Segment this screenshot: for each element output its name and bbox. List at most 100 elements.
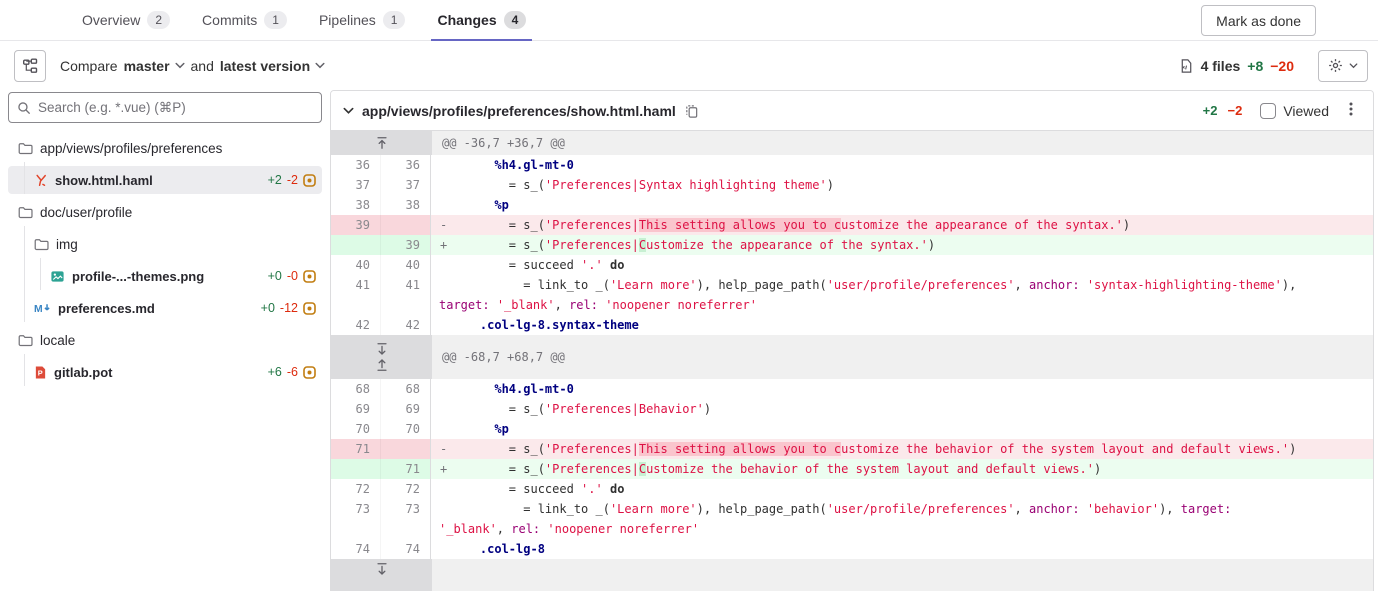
- diff-code-row: target: '_blank', rel: 'noopener norefer…: [331, 295, 1373, 315]
- diff-code-row: 6868 %h4.gl-mt-0: [331, 379, 1373, 399]
- expand-down-button[interactable]: [375, 562, 389, 576]
- diff-code-row: 4040 = succeed '.' do: [331, 255, 1373, 275]
- tree-file-profile-...-themes.png[interactable]: profile-...-themes.png+0-0: [8, 262, 322, 290]
- file-tree-toggle-button[interactable]: [14, 50, 46, 82]
- new-line-number[interactable]: 74: [381, 539, 431, 559]
- diff-file-path[interactable]: app/views/profiles/preferences/show.html…: [362, 103, 676, 119]
- old-line-number[interactable]: 69: [331, 399, 381, 419]
- code-segment: [490, 298, 497, 312]
- code-segment: ,: [555, 298, 569, 312]
- new-line-number[interactable]: 36: [381, 155, 431, 175]
- file-change-stats: +2-2: [268, 173, 316, 187]
- search-icon: [17, 101, 31, 115]
- new-line-number[interactable]: 69: [381, 399, 431, 419]
- code-segment: ): [928, 238, 935, 252]
- code-segment: 'Preferences|Syntax highlighting theme': [545, 178, 827, 192]
- tree-file-preferences.md[interactable]: Mpreferences.md+0-12: [8, 294, 322, 322]
- old-line-number[interactable]: 73: [331, 499, 381, 519]
- code-segment: '_blank': [439, 522, 497, 536]
- line-marker: [435, 175, 451, 195]
- file-search-input[interactable]: [38, 100, 313, 115]
- added-word-highlight: C: [639, 462, 646, 476]
- new-line-number[interactable]: 40: [381, 255, 431, 275]
- old-line-number[interactable]: 72: [331, 479, 381, 499]
- old-line-number[interactable]: 40: [331, 255, 381, 275]
- tree-folder-app/views/profiles/preferences[interactable]: app/views/profiles/preferences: [8, 134, 322, 162]
- tree-file-gitlab.pot[interactable]: Pgitlab.pot+6-6: [8, 358, 322, 386]
- new-line-number[interactable]: 38: [381, 195, 431, 215]
- old-line-number[interactable]: 68: [331, 379, 381, 399]
- diff-code-row: 4141 = link_to _('Learn more'), help_pag…: [331, 275, 1373, 295]
- line-marker: [435, 419, 451, 439]
- source-branch-dropdown[interactable]: master: [124, 58, 185, 74]
- code-segment: do: [610, 482, 624, 496]
- code-segment: = s_(: [451, 178, 545, 192]
- old-line-number[interactable]: 41: [331, 275, 381, 295]
- total-additions: +8: [1247, 58, 1263, 74]
- expand-down-button[interactable]: [375, 342, 389, 356]
- code-segment: ): [1094, 462, 1101, 476]
- target-version-dropdown[interactable]: latest version: [220, 58, 325, 74]
- viewed-checkbox[interactable]: [1260, 103, 1276, 119]
- old-line-number[interactable]: 70: [331, 419, 381, 439]
- code-segment: = succeed: [451, 482, 581, 496]
- old-line-number[interactable]: 37: [331, 175, 381, 195]
- file-options-kebab-button[interactable]: [1343, 97, 1359, 124]
- old-line-number: [331, 235, 381, 255]
- new-line-number[interactable]: 42: [381, 315, 431, 335]
- diff-hunk-row: @@ -36,7 +36,7 @@: [331, 131, 1373, 155]
- tab-changes[interactable]: Changes4: [431, 0, 532, 40]
- new-line-number[interactable]: 72: [381, 479, 431, 499]
- mark-as-done-button[interactable]: Mark as done: [1201, 5, 1316, 36]
- compare-label: Compare: [60, 58, 118, 74]
- tab-commits[interactable]: Commits1: [196, 0, 293, 40]
- old-line-number[interactable]: 36: [331, 155, 381, 175]
- file-change-stats: +0-0: [268, 269, 316, 283]
- tab-label: Changes: [437, 12, 496, 28]
- code-segment: .col-lg-8: [480, 542, 545, 556]
- diff-code-row: 3636 %h4.gl-mt-0: [331, 155, 1373, 175]
- tree-folder-locale[interactable]: locale: [8, 326, 322, 354]
- old-line-number[interactable]: 38: [331, 195, 381, 215]
- new-line-number[interactable]: 37: [381, 175, 431, 195]
- old-line-number: [331, 295, 381, 315]
- folder-icon: [18, 333, 33, 348]
- code-segment: ),: [1159, 502, 1181, 516]
- new-line-number[interactable]: 39: [381, 235, 431, 255]
- code-segment: 'Preferences|Behavior': [545, 402, 704, 416]
- diff-hunk-row: [331, 559, 1373, 591]
- tree-folder-doc/user/profile[interactable]: doc/user/profile: [8, 198, 322, 226]
- expand-up-button[interactable]: [375, 136, 389, 150]
- copy-path-icon[interactable]: [684, 103, 699, 119]
- old-line-number[interactable]: 71: [331, 439, 381, 459]
- new-line-number[interactable]: 71: [381, 459, 431, 479]
- old-line-number[interactable]: 39: [331, 215, 381, 235]
- new-line-number[interactable]: 68: [381, 379, 431, 399]
- file-name: show.html.haml: [55, 173, 153, 188]
- added-word-highlight: C: [639, 238, 646, 252]
- code-segment: = link_to _(: [451, 278, 610, 292]
- tab-pipelines[interactable]: Pipelines1: [313, 0, 412, 40]
- collapse-chevron-icon[interactable]: [343, 107, 354, 115]
- viewed-toggle[interactable]: Viewed: [1260, 103, 1329, 119]
- line-content: %h4.gl-mt-0: [431, 379, 1373, 399]
- diff-code-row: 7474 .col-lg-8: [331, 539, 1373, 559]
- file-name: gitlab.pot: [54, 365, 113, 380]
- preferences-dropdown-button[interactable]: [1318, 50, 1368, 82]
- line-content: - = s_('Preferences|This setting allows …: [431, 439, 1373, 459]
- chevron-down-icon: [1349, 63, 1358, 69]
- tree-folder-img[interactable]: img: [8, 230, 322, 258]
- old-line-number[interactable]: 42: [331, 315, 381, 335]
- tree-file-show.html.haml[interactable]: show.html.haml +2-2: [8, 166, 322, 194]
- new-line-number[interactable]: 70: [381, 419, 431, 439]
- new-line-number[interactable]: 41: [381, 275, 431, 295]
- tab-overview[interactable]: Overview2: [76, 0, 176, 40]
- code-segment: ): [704, 402, 711, 416]
- code-segment: target:: [1181, 502, 1232, 516]
- new-line-number[interactable]: 73: [381, 499, 431, 519]
- line-marker: [435, 315, 451, 335]
- line-content: = link_to _('Learn more'), help_page_pat…: [431, 499, 1373, 519]
- old-line-number[interactable]: 74: [331, 539, 381, 559]
- expand-up-button[interactable]: [375, 358, 389, 372]
- line-marker: [435, 399, 451, 419]
